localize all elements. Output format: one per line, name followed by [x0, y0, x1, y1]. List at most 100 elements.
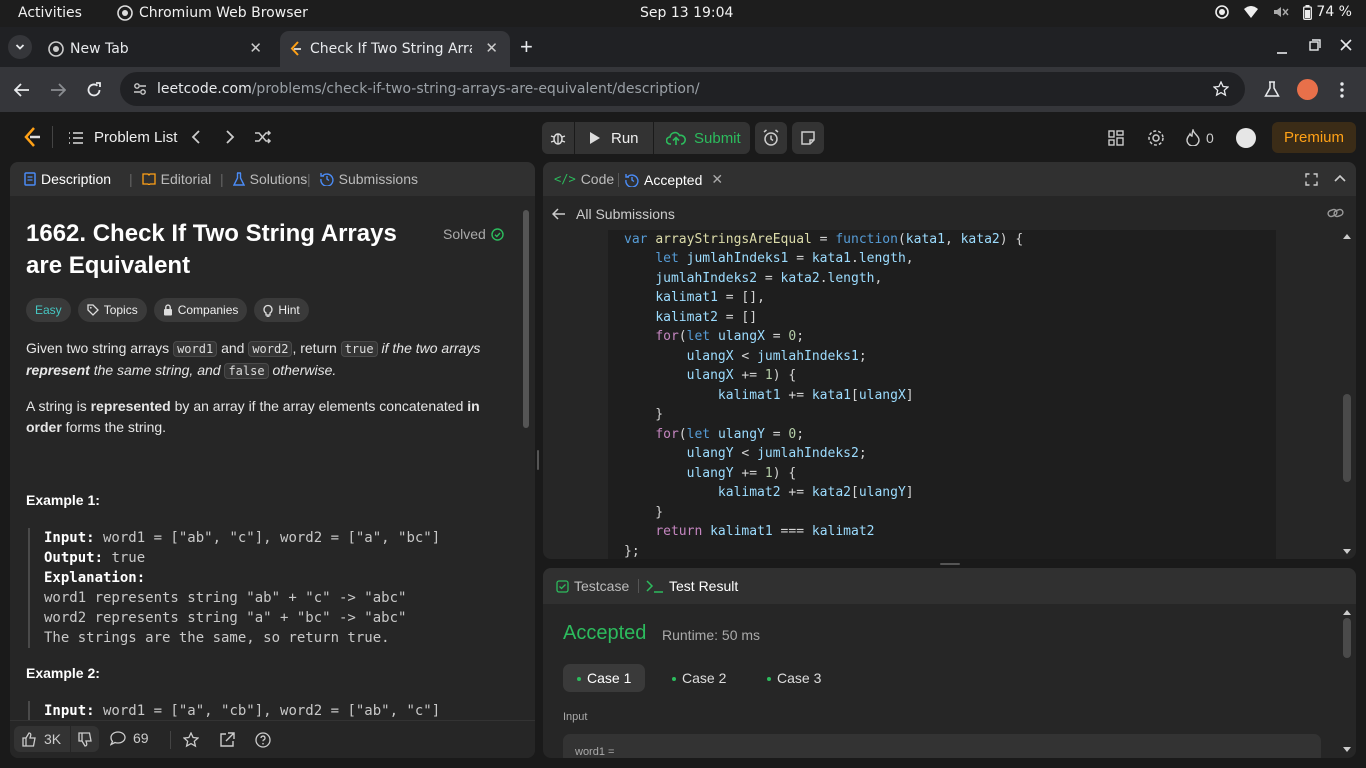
scroll-up-icon[interactable] [1343, 233, 1351, 239]
code-line: let jumlahIndeks1 = kata1.length, [655, 251, 914, 266]
avatar[interactable] [1236, 128, 1256, 148]
case-2-tab[interactable]: Case 2 [658, 664, 740, 692]
fire-icon [1186, 129, 1200, 146]
tab-description[interactable]: Description [24, 171, 111, 187]
clock[interactable]: Sep 13 19:04 [640, 5, 733, 21]
tab-label: Editorial [160, 171, 212, 187]
comments-button[interactable]: 69 [110, 730, 149, 746]
code-line: } [624, 505, 664, 520]
panel-splitter[interactable] [537, 450, 539, 470]
pass-dot [672, 677, 676, 682]
activities-button[interactable]: Activities [18, 5, 82, 21]
more-menu-icon[interactable] [1340, 82, 1344, 98]
labs-flask-icon[interactable] [1264, 81, 1280, 98]
code-scrollbar[interactable] [1342, 230, 1352, 559]
scrollbar-thumb[interactable] [1343, 394, 1351, 482]
app-name: Chromium Web Browser [139, 5, 308, 21]
next-problem-icon[interactable] [225, 130, 235, 144]
layout-grid-icon[interactable] [1108, 130, 1124, 146]
leetcode-logo-icon[interactable] [22, 126, 42, 148]
runtime-text: Runtime: 50 ms [662, 627, 761, 643]
topics-pill[interactable]: Topics [77, 298, 147, 322]
close-tab-icon[interactable]: ✕ [711, 171, 723, 188]
minimize-icon[interactable] [1276, 45, 1288, 55]
tab-new-tab[interactable]: New Tab ✕ [40, 31, 274, 67]
timer-button[interactable] [755, 122, 787, 154]
code-line: jumlahIndeks2 = kata2.length, [655, 271, 883, 286]
result-panel-tabs: Testcase Test Result [543, 568, 1356, 604]
horizontal-splitter[interactable] [940, 563, 960, 565]
companies-pill[interactable]: Companies [153, 298, 248, 322]
run-button[interactable]: Run [575, 122, 653, 154]
tab-solutions[interactable]: | Solutions [220, 171, 307, 187]
result-scrollbar[interactable] [1342, 606, 1352, 758]
tab-test-result[interactable]: Test Result [646, 578, 738, 594]
like-button[interactable]: 3K [14, 726, 70, 752]
reload-icon[interactable] [86, 82, 102, 98]
favorite-star-icon[interactable] [183, 732, 199, 748]
case-1-tab[interactable]: Case 1 [563, 664, 646, 692]
scrollbar-thumb[interactable] [1343, 618, 1351, 658]
scroll-up-icon[interactable] [1343, 609, 1351, 615]
code-line: ulangX < jumlahIndeks1; [686, 349, 867, 364]
arrow-left-icon [552, 208, 565, 220]
alarm-clock-icon [763, 129, 779, 146]
debug-button[interactable] [542, 122, 574, 154]
notes-button[interactable] [792, 122, 824, 154]
browser-tab-strip: New Tab ✕ Check If Two String Array ✕ + [0, 27, 1366, 67]
prev-problem-icon[interactable] [191, 130, 201, 144]
description-scrollbar[interactable] [521, 200, 531, 720]
tab-editorial[interactable]: | Editorial [129, 171, 211, 187]
submit-button[interactable]: Submit [654, 122, 750, 154]
muted-volume-icon [1274, 7, 1289, 17]
close-tab-icon[interactable]: ✕ [485, 39, 498, 57]
tab-leetcode[interactable]: Check If Two String Array ✕ [280, 31, 510, 67]
tab-submissions[interactable]: | Submissions [307, 171, 418, 187]
scroll-down-icon[interactable] [1343, 549, 1351, 555]
collapse-up-icon[interactable] [1334, 174, 1346, 182]
problem-list-button[interactable]: Problem List [68, 129, 177, 146]
tab-code[interactable]: </> Code [554, 171, 614, 187]
restore-icon[interactable] [1309, 39, 1321, 51]
tab-testcase[interactable]: Testcase [556, 578, 629, 594]
all-submissions-link[interactable]: All Submissions [552, 206, 675, 222]
help-icon[interactable] [255, 732, 271, 748]
streak-counter[interactable]: 0 [1186, 129, 1214, 146]
comment-icon [110, 730, 126, 746]
tab-search-button[interactable] [8, 35, 32, 59]
premium-button[interactable]: Premium [1272, 122, 1356, 153]
link-icon[interactable] [1327, 207, 1344, 219]
description-paragraph-1: Given two string arrays word1 and word2,… [26, 340, 481, 379]
new-tab-button[interactable]: + [520, 34, 533, 60]
omnibox[interactable]: leetcode.com/problems/check-if-two-strin… [120, 72, 1245, 106]
shuffle-icon[interactable] [254, 130, 272, 144]
site-info-icon[interactable] [133, 82, 147, 96]
close-tab-icon[interactable]: ✕ [249, 39, 262, 57]
back-icon[interactable] [14, 83, 30, 97]
scrollbar-thumb[interactable] [523, 210, 529, 428]
browser-toolbar: leetcode.com/problems/check-if-two-strin… [0, 67, 1366, 112]
list-icon [69, 131, 83, 144]
close-window-icon[interactable] [1340, 39, 1352, 51]
fullscreen-icon[interactable] [1305, 173, 1318, 186]
divider [52, 126, 53, 148]
bookmark-star-icon[interactable] [1213, 81, 1229, 97]
tab-accepted[interactable]: Accepted ✕ [625, 171, 723, 188]
hint-pill[interactable]: Hint [254, 298, 309, 322]
settings-gear-icon[interactable] [1147, 129, 1165, 147]
scroll-down-icon[interactable] [1343, 747, 1351, 753]
tab-label: Description [41, 171, 112, 187]
problem-title: 1662. Check If Two String Arrays are Equ… [26, 220, 397, 279]
solved-badge: Solved [443, 226, 504, 242]
case-3-tab[interactable]: Case 3 [753, 664, 835, 692]
pass-dot [577, 677, 581, 682]
share-external-icon[interactable] [219, 732, 235, 748]
app-menu[interactable]: Chromium Web Browser [117, 5, 308, 21]
description-paragraph-2: A string is represented by an array if t… [26, 398, 480, 435]
extension-icon[interactable] [1297, 79, 1318, 100]
forward-icon[interactable] [50, 83, 66, 97]
system-tray[interactable]: 74 % [1215, 4, 1352, 20]
chromium-icon [48, 41, 64, 57]
code-line: kalimat1 = [], [655, 290, 765, 305]
dislike-button[interactable] [71, 726, 99, 752]
